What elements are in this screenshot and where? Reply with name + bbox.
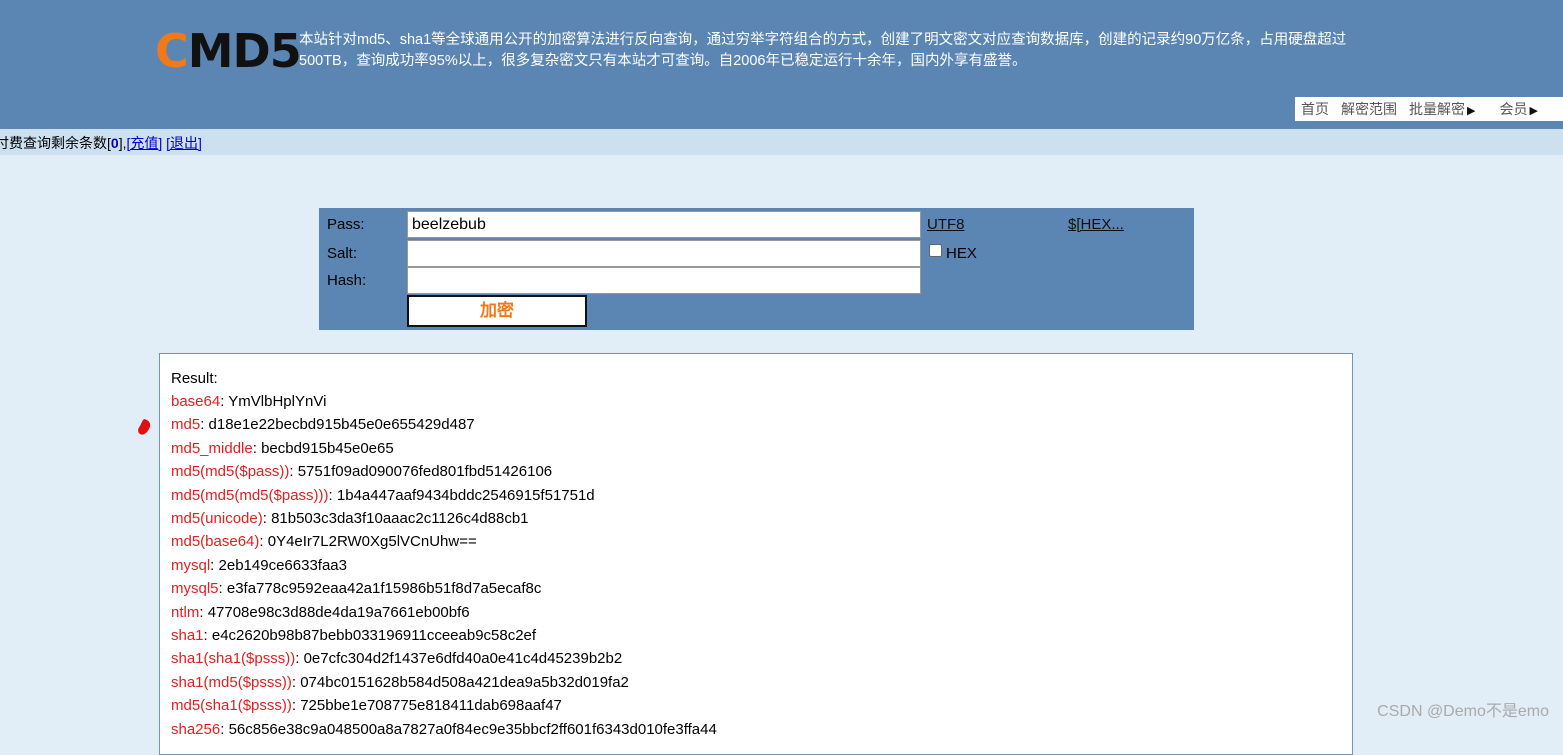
nav-member-label: 会员 xyxy=(1499,101,1528,117)
separator: : xyxy=(210,556,219,574)
pass-input[interactable]: beelzebub xyxy=(407,211,921,238)
encrypt-button[interactable]: 加密 xyxy=(407,295,587,327)
hash-value[interactable]: 0Y4eIr7L2RW0Xg5lVCnUhw== xyxy=(268,533,477,550)
separator: : xyxy=(262,510,272,527)
nav-batch-decrypt[interactable]: 批量解密 ▶ xyxy=(1409,99,1487,119)
hash-value[interactable]: 47708e98c3d88de4da19a7661eb00bf6 xyxy=(208,604,470,621)
csdn-watermark: CSDN @Demo不是emo xyxy=(1377,703,1549,720)
utf8-link[interactable]: UTF8 xyxy=(927,216,965,233)
hash-value[interactable]: YmVlbHplYnVi xyxy=(228,393,326,410)
hash-type: base64 xyxy=(171,393,221,410)
nav-home[interactable]: 首页 xyxy=(1301,99,1329,119)
quota-prefix: 付费查询剩余条数[ xyxy=(0,135,111,151)
account-status-bar: 付费查询剩余条数[0],[充值] [退出] xyxy=(0,129,1563,155)
hash-value[interactable]: d18e1e22becbd915b45e0e655429d487 xyxy=(209,416,475,433)
hash-value[interactable]: 074bc0151628b584d508a421dea9a5b32d019fa2 xyxy=(300,674,629,691)
hash-type: md5(sha1($psss)) xyxy=(171,697,292,715)
separator: : xyxy=(328,486,337,504)
separator: : xyxy=(289,463,298,481)
result-row: sha256: 56c856e38c9a048500a8a7827a0f84ec… xyxy=(171,721,717,738)
hash-type: md5(base64) xyxy=(171,533,260,551)
separator: : xyxy=(200,416,209,434)
hash-value[interactable]: 5751f09ad090076fed801fbd51426106 xyxy=(298,463,552,480)
result-row: base64: YmVlbHplYnVi xyxy=(171,393,326,410)
hash-value[interactable]: e4c2620b98b87bebb033196911cceeab9c58c2ef xyxy=(212,627,536,644)
site-intro: 本站针对md5、sha1等全球通用公开的加密算法进行反向查询，通过穷举字符组合的… xyxy=(299,32,1347,69)
result-row: sha1(sha1($psss)): 0e7cfc304d2f1437e6dfd… xyxy=(171,650,622,667)
hash-value[interactable]: 725bbe1e708775e818411dab698aaf47 xyxy=(300,697,562,714)
red-pen-mark xyxy=(138,419,151,435)
hex-checkbox-label: HEX xyxy=(946,245,977,262)
result-row: md5(md5($pass)): 5751f09ad090076fed801fb… xyxy=(171,463,552,480)
result-row: mysql: 2eb149ce6633faa3 xyxy=(171,557,347,574)
separator: : xyxy=(291,673,301,691)
top-nav: 首页 解密范围 批量解密 ▶ 会员 ▶ xyxy=(1295,97,1563,121)
hash-type: md5(unicode) xyxy=(171,510,263,527)
result-title: Result: xyxy=(171,370,218,387)
hash-value[interactable]: 1b4a447aaf9434bddc2546915f51751d xyxy=(337,487,595,504)
result-panel: Result: base64: YmVlbHplYnVi md5: d18e1e2… xyxy=(159,353,1353,755)
separator: : xyxy=(259,533,268,551)
separator: : xyxy=(291,697,301,715)
hash-type: sha256 xyxy=(171,720,221,738)
hash-type: md5 xyxy=(171,416,201,434)
nav-decrypt-range[interactable]: 解密范围 xyxy=(1341,99,1397,119)
caret-right-icon: ▶ xyxy=(1467,105,1476,117)
hash-value[interactable]: 56c856e38c9a048500a8a7827a0f84ec9e35bbcf… xyxy=(229,721,717,738)
hash-value[interactable]: e3fa778c9592eaa42a1f15986b51f8d7a5ecaf8c xyxy=(227,580,541,597)
hash-type: sha1(sha1($psss)) xyxy=(171,650,296,668)
result-row: mysql5: e3fa778c9592eaa42a1f15986b51f8d7… xyxy=(171,580,541,597)
result-row: md5(sha1($psss)): 725bbe1e708775e818411d… xyxy=(171,697,562,714)
nav-batch-label: 批量解密 xyxy=(1409,101,1465,117)
pass-label: Pass: xyxy=(327,216,365,233)
result-row: sha1: e4c2620b98b87bebb033196911cceeab9c… xyxy=(171,627,536,644)
logo-c: C xyxy=(155,24,189,78)
hash-type: mysql5 xyxy=(171,580,219,598)
cmd5-logo[interactable]: CMD5 xyxy=(155,28,302,74)
result-row: md5(base64): 0Y4eIr7L2RW0Xg5lVCnUhw== xyxy=(171,533,477,550)
separator: : xyxy=(252,439,262,457)
result-row: ntlm: 47708e98c3d88de4da19a7661eb00bf6 xyxy=(171,604,470,621)
hash-value[interactable]: 0e7cfc304d2f1437e6dfd40a0e41c4d45239b2b2 xyxy=(304,650,623,667)
separator: : xyxy=(295,650,304,668)
result-row: sha1(md5($psss)): 074bc0151628b584d508a4… xyxy=(171,674,629,691)
hash-input[interactable] xyxy=(407,267,921,294)
site-header: CMD5 本站针对md5、sha1等全球通用公开的加密算法进行反向查询，通过穷举… xyxy=(0,0,1563,129)
hash-type: mysql xyxy=(171,556,211,574)
hash-type: md5(md5($pass)) xyxy=(171,463,290,481)
result-row: md5: d18e1e22becbd915b45e0e655429d487 xyxy=(171,416,475,433)
recharge-link[interactable]: [充值] xyxy=(126,135,162,151)
hash-type: sha1 xyxy=(171,627,204,644)
hash-type: ntlm xyxy=(171,603,200,621)
hash-type: md5(md5(md5($pass))) xyxy=(171,486,329,504)
salt-label: Salt: xyxy=(327,245,358,262)
logo-md5: MD5 xyxy=(187,24,302,78)
separator: : xyxy=(199,603,208,621)
hex-link[interactable]: $[HEX... xyxy=(1068,216,1124,233)
caret-right-icon: ▶ xyxy=(1529,105,1538,117)
salt-input[interactable] xyxy=(407,240,921,267)
separator: : xyxy=(218,580,227,598)
logout-link[interactable]: [退出] xyxy=(166,135,202,151)
separator: : xyxy=(203,627,212,644)
hash-type: md5_middle xyxy=(171,439,253,457)
hash-label: Hash: xyxy=(327,272,367,289)
result-row: md5_middle: becbd915b45e0e65 xyxy=(171,440,394,457)
hash-value[interactable]: 81b503c3da3f10aaac2c1126c4d88cb1 xyxy=(271,510,528,527)
result-row: md5(md5(md5($pass))): 1b4a447aaf9434bddc… xyxy=(171,487,595,504)
hex-checkbox[interactable] xyxy=(929,244,942,257)
quota-count: 0 xyxy=(110,135,119,151)
encrypt-form: Pass: beelzebub UTF8 $[HEX... Salt: HEX … xyxy=(319,208,1194,330)
nav-member[interactable]: 会员 ▶ xyxy=(1499,99,1549,119)
result-row: md5(unicode): 81b503c3da3f10aaac2c1126c4… xyxy=(171,510,529,527)
hash-value[interactable]: 2eb149ce6633faa3 xyxy=(219,557,347,574)
hash-type: sha1(md5($psss)) xyxy=(171,673,292,691)
separator: : xyxy=(220,720,229,738)
hash-value[interactable]: becbd915b45e0e65 xyxy=(261,440,394,457)
